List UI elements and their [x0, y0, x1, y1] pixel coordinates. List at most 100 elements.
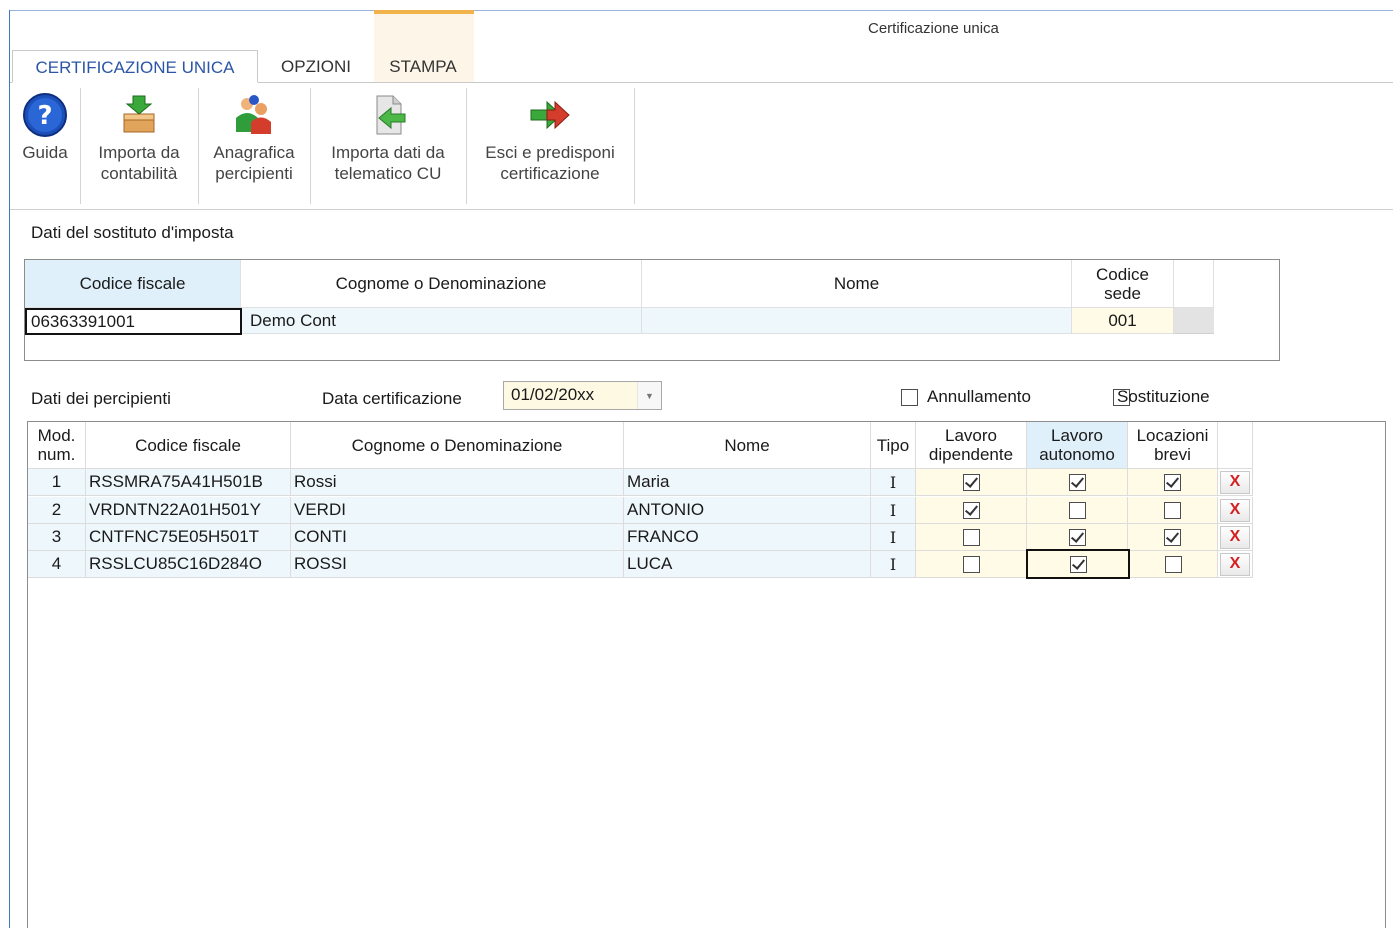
- row-4-delete-button[interactable]: X: [1220, 552, 1250, 576]
- row-3-codice-fiscale[interactable]: CNTFNC75E05H501T: [86, 524, 291, 551]
- row-2-cognome[interactable]: VERDI: [291, 497, 624, 524]
- row-2-num[interactable]: 2: [28, 497, 86, 524]
- header-loc-l1: Locazioni: [1136, 426, 1209, 445]
- anagrafica-label-1: Anagrafica: [213, 143, 295, 162]
- anagrafica-percipienti-button[interactable]: Anagrafica percipienti: [202, 88, 306, 204]
- sostituto-header-empty: [1174, 260, 1214, 307]
- ribbon-separator: [310, 88, 311, 204]
- row-2-locazioni-brevi-checkbox[interactable]: [1164, 501, 1181, 519]
- importa-contabilita-button[interactable]: Importa da contabilità: [84, 88, 194, 204]
- row-4-lavoro-autonomo-checkbox[interactable]: [1069, 555, 1087, 573]
- esci-label-2: certificazione: [500, 164, 600, 183]
- guida-button[interactable]: ? Guida: [14, 88, 76, 204]
- row-4-locazioni-brevi-checkbox[interactable]: [1165, 555, 1182, 573]
- row-3-tipo[interactable]: I: [871, 524, 916, 551]
- header-loc-l2: brevi: [1154, 445, 1191, 464]
- ribbon-separator: [634, 88, 635, 204]
- data-certificazione-label: Data certificazione: [322, 389, 462, 408]
- row-2-aut-cell: [1027, 497, 1128, 524]
- percipienti-section-label: Dati dei percipienti: [31, 389, 171, 408]
- sostituzione-label: Sostituzione: [1117, 387, 1210, 406]
- row-3-nome[interactable]: FRANCO: [624, 524, 871, 551]
- row-2-loc-cell: [1128, 497, 1218, 524]
- row-2-lavoro-dipendente-checkbox[interactable]: [962, 501, 980, 519]
- row-4-lavoro-dipendente-checkbox[interactable]: [962, 555, 980, 573]
- data-certificazione-value: 01/02/20xx: [511, 385, 595, 404]
- header-nome: Nome: [624, 422, 871, 469]
- row-3-delete-cell: X: [1218, 524, 1253, 551]
- row-3-lavoro-autonomo-checkbox[interactable]: [1068, 528, 1086, 546]
- sostituto-nome-cell[interactable]: [642, 308, 1072, 334]
- row-3-locazioni-brevi-checkbox[interactable]: [1164, 528, 1181, 546]
- row-2-lavoro-autonomo-checkbox[interactable]: [1068, 501, 1086, 519]
- row-4-nome[interactable]: LUCA: [624, 551, 871, 578]
- row-2-tipo[interactable]: I: [871, 497, 916, 524]
- header-mod-l1: Mod.: [37, 426, 76, 445]
- row-1-loc-cell: [1128, 469, 1218, 496]
- row-1-codice-fiscale[interactable]: RSSMRA75A41H501B: [86, 469, 291, 496]
- row-3-delete-button[interactable]: X: [1220, 525, 1250, 549]
- header-tipo: Tipo: [871, 422, 916, 469]
- tab-opzioni[interactable]: OPZIONI: [270, 50, 362, 83]
- importa-contabilita-label-2: contabilità: [100, 164, 178, 183]
- tab-certificazione-unica[interactable]: CERTIFICAZIONE UNICA: [12, 50, 258, 83]
- sostituto-grid: Codice fiscale Cognome o Denominazione N…: [24, 259, 1280, 361]
- ribbon-bottom-line: [10, 209, 1393, 210]
- import-file-icon: [376, 95, 406, 135]
- row-2-delete-button[interactable]: X: [1220, 498, 1250, 522]
- svg-text:?: ?: [37, 101, 52, 131]
- row-3-loc-cell: [1128, 524, 1218, 551]
- header-dip-l2: dipendente: [928, 445, 1014, 464]
- codice-sede-header-l1: Codice: [1096, 264, 1149, 284]
- row-1-num[interactable]: 1: [28, 469, 86, 496]
- row-1-cognome[interactable]: Rossi: [291, 469, 624, 496]
- import-box-icon: [123, 95, 155, 133]
- row-2-dip-cell: [916, 497, 1027, 524]
- window-top-border: [9, 10, 1393, 11]
- row-1-aut-cell: [1027, 469, 1128, 496]
- row-3-cognome[interactable]: CONTI: [291, 524, 624, 551]
- row-1-delete-button[interactable]: X: [1220, 470, 1250, 494]
- anagrafica-label-2: percipienti: [215, 164, 293, 183]
- row-4-dip-cell: [916, 551, 1027, 578]
- header-dip-l1: Lavoro: [945, 426, 997, 445]
- row-2-nome[interactable]: ANTONIO: [624, 497, 871, 524]
- data-certificazione-combo[interactable]: 01/02/20xx ▼: [503, 381, 662, 410]
- header-codice-fiscale: Codice fiscale: [86, 422, 291, 469]
- sostituto-header-codice-sede: Codice sede: [1072, 260, 1174, 307]
- importa-telematico-label-1: Importa dati da: [331, 143, 445, 162]
- row-1-nome[interactable]: Maria: [624, 469, 871, 496]
- row-4-cognome[interactable]: ROSSI: [291, 551, 624, 578]
- row-4-aut-cell-selected: [1026, 549, 1130, 579]
- row-3-dip-cell: [916, 524, 1027, 551]
- ribbon-separator: [80, 88, 81, 204]
- annullamento-label: Annullamento: [927, 387, 1031, 406]
- esci-predisponi-button[interactable]: Esci e predisponi certificazione: [470, 88, 630, 204]
- row-3-aut-cell: [1027, 524, 1128, 551]
- tab-stampa[interactable]: STAMPA: [378, 50, 468, 83]
- row-4-codice-fiscale[interactable]: RSSLCU85C16D284O: [86, 551, 291, 578]
- chevron-down-icon[interactable]: ▼: [637, 382, 661, 409]
- row-1-lavoro-autonomo-checkbox[interactable]: [1068, 473, 1086, 491]
- row-1-locazioni-brevi-checkbox[interactable]: [1164, 473, 1181, 491]
- guida-label: Guida: [22, 143, 68, 162]
- row-3-num[interactable]: 3: [28, 524, 86, 551]
- header-lavoro-dipendente: Lavoro dipendente: [916, 422, 1027, 469]
- exit-arrow-icon: [530, 100, 570, 130]
- percipienti-grid: Mod. num. Codice fiscale Cognome o Denom…: [27, 421, 1386, 928]
- importa-telematico-label-2: telematico CU: [334, 164, 442, 183]
- row-1-lavoro-dipendente-checkbox[interactable]: [962, 473, 980, 491]
- row-3-lavoro-dipendente-checkbox[interactable]: [962, 528, 980, 546]
- header-mod-l2: num.: [37, 445, 76, 464]
- window-left-border: [9, 10, 10, 928]
- row-1-tipo[interactable]: I: [871, 469, 916, 496]
- row-4-num[interactable]: 4: [28, 551, 86, 578]
- sostituto-codice-fiscale-cell[interactable]: 06363391001: [25, 308, 242, 335]
- sostituto-row-button-cell[interactable]: [1174, 308, 1214, 334]
- sostituto-cognome-cell[interactable]: Demo Cont: [242, 308, 642, 334]
- annullamento-checkbox[interactable]: [901, 389, 918, 406]
- row-4-tipo[interactable]: I: [871, 551, 916, 578]
- sostituto-codice-sede-cell[interactable]: 001: [1072, 308, 1174, 334]
- row-2-codice-fiscale[interactable]: VRDNTN22A01H501Y: [86, 497, 291, 524]
- importa-telematico-button[interactable]: Importa dati da telematico CU: [314, 88, 462, 204]
